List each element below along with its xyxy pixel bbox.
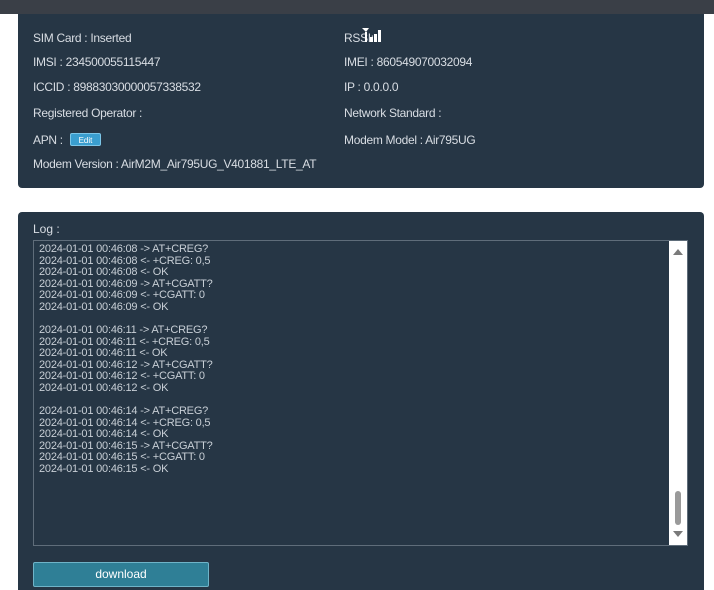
download-button[interactable]: download	[33, 562, 209, 587]
log-label: Log :	[33, 222, 60, 236]
top-header-bar	[0, 0, 714, 14]
network-standard: Network Standard :	[344, 106, 442, 120]
log-line: 2024-01-01 00:46:12 <- OK	[39, 381, 169, 394]
modem-model: Modem Model : Air795UG	[344, 133, 476, 147]
log-line: 2024-01-01 00:46:08 -> AT+CREG?	[39, 243, 209, 255]
modem-version: Modem Version : AirM2M_Air795UG_V401881_…	[33, 157, 317, 171]
ip-value: IP : 0.0.0.0	[344, 80, 399, 94]
log-line: 2024-01-01 00:46:11 -> AT+CREG?	[39, 324, 208, 336]
apn-edit-button[interactable]: Edit	[70, 133, 101, 146]
imsi-value: IMSI : 234500055115447	[33, 55, 161, 69]
registered-operator: Registered Operator :	[33, 106, 143, 120]
log-line: 2024-01-01 00:46:11 <- OK	[39, 347, 168, 359]
section-divider	[18, 188, 704, 212]
log-line: 2024-01-01 00:46:08 <- OK	[39, 266, 169, 278]
scroll-down-arrow-icon[interactable]	[673, 531, 683, 537]
log-line: 2024-01-01 00:46:15 <- OK	[39, 462, 169, 475]
iccid-value: ICCID : 89883030000057338532	[33, 80, 201, 94]
log-lines: 2024-01-01 00:46:08 -> AT+CREG? 2024-01-0…	[39, 243, 659, 475]
apn-label: APN :	[33, 133, 63, 147]
log-line: 2024-01-01 00:46:14 <- OK	[39, 428, 169, 440]
log-line: 2024-01-01 00:46:12 <- +CGATT: 0	[39, 370, 205, 382]
signal-strength-icon	[362, 28, 381, 42]
log-scrollbar[interactable]	[669, 241, 687, 545]
scroll-up-arrow-icon[interactable]	[673, 249, 683, 255]
sim-card-status: SIM Card : Inserted	[33, 31, 132, 45]
log-textarea[interactable]: 2024-01-01 00:46:08 -> AT+CREG? 2024-01-0…	[33, 240, 688, 546]
imei-value: IMEI : 860549070032094	[344, 55, 473, 69]
scroll-thumb[interactable]	[675, 491, 681, 525]
log-line: 2024-01-01 00:46:14 -> AT+CREG?	[39, 405, 209, 417]
log-line: 2024-01-01 00:46:09 <- +CGATT: 0	[39, 289, 205, 301]
log-line: 2024-01-01 00:46:09 <- OK	[39, 300, 169, 313]
log-line: 2024-01-01 00:46:15 <- +CGATT: 0	[39, 451, 205, 463]
